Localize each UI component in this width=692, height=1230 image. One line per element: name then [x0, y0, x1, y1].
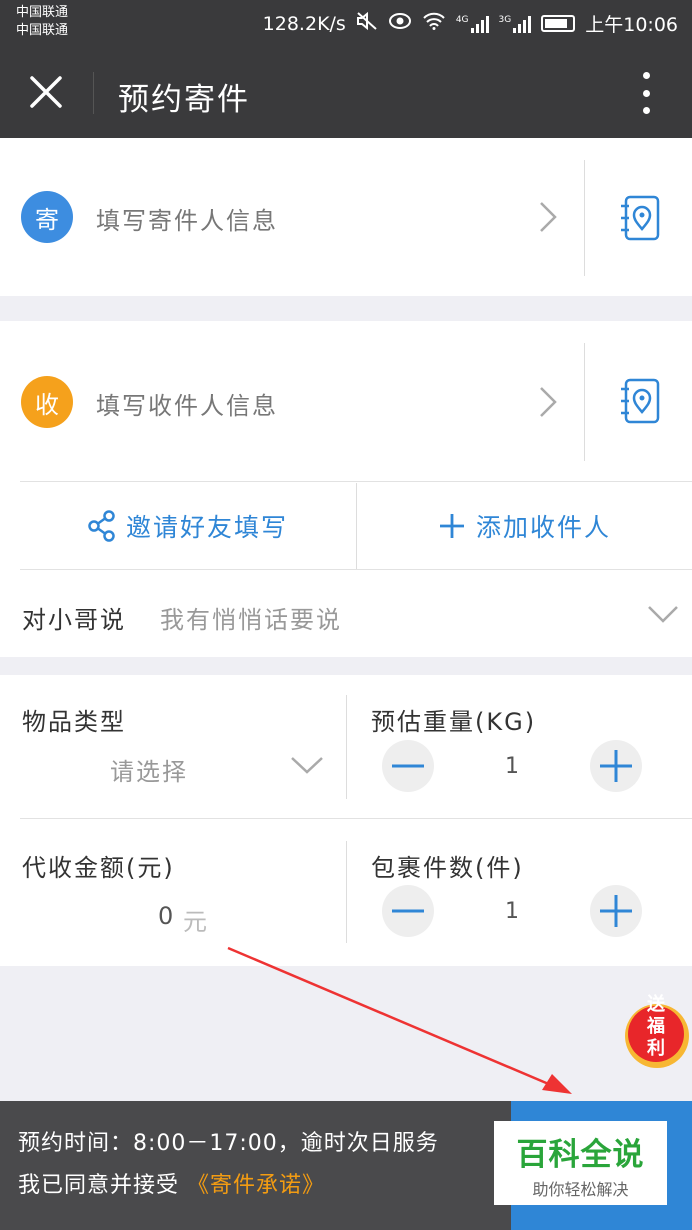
sender-placeholder: 填写寄件人信息 [96, 207, 278, 235]
agreement-line: 我已同意并接受 《寄件承诺》 [18, 1167, 325, 1199]
net-4g-label: 4G [455, 14, 469, 25]
address-book-icon[interactable] [618, 377, 662, 425]
wifi-icon [422, 12, 446, 35]
invite-friend-label: 邀请好友填写 [125, 513, 288, 542]
details-card: 物品类型 请选择 预估重量(KG) 1 代收金额(元) 0 元 包裹件数(件) … [0, 675, 692, 966]
carrier-1: 中国联通 [16, 5, 69, 20]
status-indicators: 128.2K/s 4G 3G 上午10:06 [263, 10, 678, 37]
close-button[interactable] [22, 68, 70, 116]
weight-label: 预估重量(KG) [371, 708, 537, 736]
page-title: 预约寄件 [118, 82, 250, 118]
add-receiver-button[interactable]: 添加收件人 [357, 483, 692, 569]
parcels-value: 1 [505, 899, 519, 924]
message-placeholder: 我有悄悄话要说 [160, 606, 342, 634]
divider [584, 160, 585, 276]
mute-icon [356, 11, 378, 36]
address-book-icon[interactable] [618, 194, 662, 242]
watermark: 百科全说 助你轻松解决 [494, 1121, 667, 1205]
carrier-info: 中国联通 中国联通 [16, 4, 68, 40]
divider [584, 343, 585, 461]
cod-label: 代收金额(元) [22, 854, 175, 882]
message-label: 对小哥说 [22, 606, 126, 634]
item-type-label: 物品类型 [22, 708, 126, 736]
receiver-placeholder: 填写收件人信息 [96, 392, 278, 420]
promo-text: 送 福 利 [621, 994, 691, 1060]
promo-badge[interactable]: 送 福 利 [621, 994, 691, 1070]
title-divider [93, 72, 94, 114]
signal-4g-icon: 4G [456, 15, 489, 33]
agreement-prefix: 我已同意并接受 [18, 1173, 180, 1198]
weight-value: 1 [505, 754, 519, 779]
status-bar: 中国联通 中国联通 128.2K/s 4G 3G 上午10:06 [0, 0, 692, 46]
weight-increase-button[interactable] [590, 740, 642, 792]
divider [20, 481, 692, 482]
agreement-link[interactable]: 《寄件承诺》 [187, 1173, 325, 1198]
chevron-right-icon [540, 387, 557, 417]
watermark-main: 百科全说 [516, 1137, 645, 1173]
weight-field: 预估重量(KG) 1 [347, 675, 692, 818]
plus-icon [600, 750, 632, 782]
pickup-time-note: 预约时间：8:00－17:00，逾时次日服务 [18, 1131, 439, 1156]
plus-icon [439, 514, 464, 538]
add-receiver-label: 添加收件人 [475, 513, 611, 542]
eye-icon [388, 12, 412, 35]
carrier-2: 中国联通 [16, 23, 69, 38]
invite-friend-button[interactable]: 邀请好友填写 [20, 483, 356, 569]
receiver-row[interactable]: 收 填写收件人信息 [0, 321, 692, 479]
minus-icon [392, 909, 424, 913]
signal-3g-icon: 3G [499, 15, 532, 33]
more-menu-button[interactable] [636, 72, 656, 114]
clock: 上午10:06 [585, 14, 678, 36]
receiver-badge: 收 [21, 376, 73, 428]
title-bar: 预约寄件 [0, 46, 692, 138]
weight-decrease-button[interactable] [382, 740, 434, 792]
more-vertical-icon-dot [642, 107, 650, 114]
chevron-right-icon [540, 202, 557, 232]
annotation-arrow-icon [227, 946, 572, 1094]
promo-line-2: 福 [647, 1016, 665, 1037]
item-type-field[interactable]: 物品类型 请选择 [0, 675, 346, 818]
more-vertical-icon-dot [642, 89, 650, 97]
parcels-increase-button[interactable] [590, 885, 642, 937]
cod-unit: 元 [183, 908, 209, 936]
message-row[interactable]: 对小哥说 我有悄悄话要说 [0, 570, 692, 657]
promo-line-3: 利 [647, 1038, 665, 1059]
sender-card: 寄 填写寄件人信息 [0, 138, 692, 296]
minus-icon [392, 764, 424, 768]
promo-line-1: 送 [647, 994, 665, 1015]
share-icon [88, 510, 115, 542]
more-vertical-icon-dot [642, 72, 650, 79]
sender-row[interactable]: 寄 填写寄件人信息 [0, 138, 692, 296]
watermark-sub: 助你轻松解决 [532, 1180, 629, 1199]
item-type-value: 请选择 [110, 758, 188, 786]
chevron-down-icon [648, 606, 678, 623]
parcels-label: 包裹件数(件) [371, 854, 524, 882]
plus-icon [600, 895, 632, 927]
chevron-down-icon [291, 757, 323, 774]
net-3g-label: 3G [498, 14, 512, 25]
net-speed: 128.2K/s [262, 12, 346, 35]
sender-badge: 寄 [21, 191, 73, 243]
close-icon [30, 76, 62, 108]
battery-icon [541, 15, 576, 32]
parcels-decrease-button[interactable] [382, 885, 434, 937]
cod-value: 0 [158, 902, 176, 930]
